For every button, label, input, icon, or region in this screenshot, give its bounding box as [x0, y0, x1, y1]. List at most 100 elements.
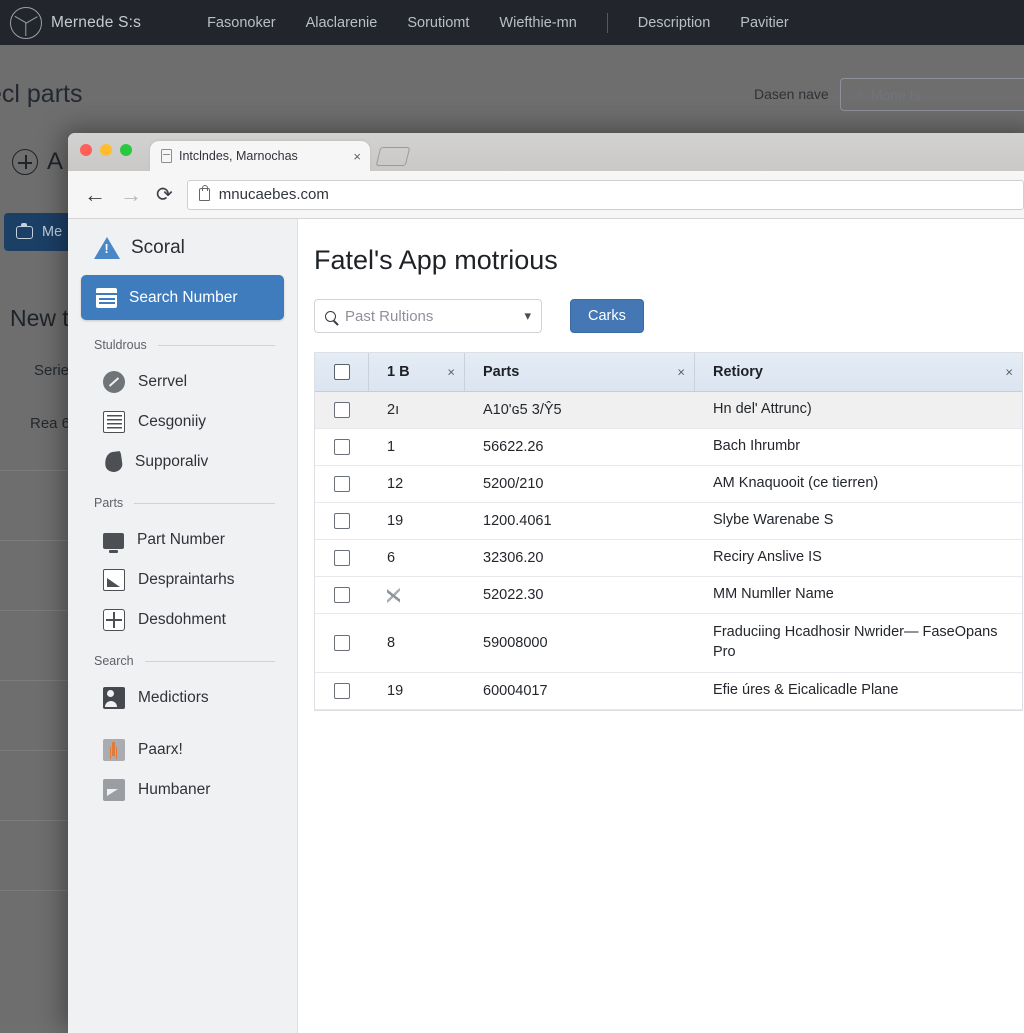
nav-link-4[interactable]: Wiefthie-mn	[499, 15, 576, 31]
warning-triangle-icon	[94, 237, 120, 259]
sidebar-item-part-number[interactable]: Part Number	[68, 520, 297, 560]
row-checkbox-cell[interactable]	[315, 673, 369, 709]
app-logo-label: Scoral	[131, 237, 185, 259]
close-icon[interactable]: ×	[1005, 365, 1013, 380]
table-row[interactable]: 19 1200.4061 Slybe Warenabe S	[315, 503, 1022, 540]
row-checkbox-cell[interactable]	[315, 392, 369, 428]
forward-icon[interactable]: →	[120, 184, 142, 206]
back-icon[interactable]: ←	[84, 184, 106, 206]
background-input-field[interactable]: ↪ Mone Is	[840, 78, 1024, 111]
background-media-button-label: Me	[42, 224, 62, 240]
table-row[interactable]: 2ı A10'ɢ5 3/Ŷ5 Hn del' Attrunc)	[315, 392, 1022, 429]
nav-link-3[interactable]: Sorutiomt	[407, 15, 469, 31]
sidebar-item-label: Desdohment	[138, 611, 226, 629]
sidebar-item-desdohment[interactable]: Desdohment	[68, 600, 297, 640]
row-qty: 12	[369, 466, 465, 502]
row-checkbox-cell[interactable]	[315, 429, 369, 465]
nav-link-1[interactable]: Fasonoker	[207, 15, 276, 31]
new-tab-icon[interactable]	[376, 147, 411, 166]
table-row[interactable]: 6 32306.20 Reciry Anslive IS	[315, 540, 1022, 577]
row-checkbox[interactable]	[334, 476, 350, 492]
row-checkbox-cell[interactable]	[315, 466, 369, 502]
sidebar-item-label: Humbaner	[138, 781, 210, 799]
maximize-window-button[interactable]	[120, 144, 132, 156]
sidebar-item-humbaner[interactable]: Humbaner	[68, 770, 297, 810]
upload-icon	[103, 739, 125, 761]
row-checkbox-cell[interactable]	[315, 540, 369, 576]
sidebar-item-label: Serrvel	[138, 373, 187, 391]
row-checkbox-cell[interactable]	[315, 503, 369, 539]
table-header-qty[interactable]: 1 B ×	[369, 353, 465, 391]
close-window-button[interactable]	[80, 144, 92, 156]
row-checkbox[interactable]	[334, 635, 350, 651]
row-qty: 2ı	[369, 392, 465, 428]
nav-link-5[interactable]: Description	[638, 15, 711, 31]
table-header-checkbox-cell[interactable]	[315, 353, 369, 391]
background-subline-2: Rea 6	[30, 415, 70, 432]
row-factory: Fraduciing Hcadhosir Nwrider— FaseOpans …	[695, 614, 1022, 672]
sidebar-item-label: Search Number	[129, 289, 238, 307]
table-header-parts[interactable]: Parts ×	[465, 353, 695, 391]
page-title: Fatel's App motrious	[314, 245, 1024, 276]
brand-logo[interactable]: Mernede S:s	[10, 7, 141, 39]
close-icon[interactable]: ×	[447, 365, 455, 380]
browser-tab[interactable]: Intclndes, Marnochas ×	[150, 141, 370, 171]
sidebar-group-search: Search	[68, 654, 297, 668]
close-tab-icon[interactable]: ×	[353, 150, 361, 163]
page-icon	[161, 149, 172, 163]
table-row[interactable]: 1 56622.26 Bach Ihrumbr	[315, 429, 1022, 466]
close-icon[interactable]: ×	[677, 365, 685, 380]
nav-link-6[interactable]: Pavitier	[740, 15, 788, 31]
browser-toolbar: ← → ⟳ mnucaebes.com	[68, 171, 1024, 219]
row-qty: 8	[369, 614, 465, 672]
row-checkbox[interactable]	[334, 683, 350, 699]
row-checkbox[interactable]	[334, 402, 350, 418]
sidebar-item-search-number[interactable]: Search Number	[81, 275, 284, 320]
row-part: 32306.20	[465, 540, 695, 576]
chevron-down-icon: ▾	[524, 308, 531, 324]
ledger-icon	[103, 411, 125, 433]
row-checkbox[interactable]	[334, 587, 350, 603]
table-header-label: 1 B	[387, 364, 410, 380]
row-checkbox-cell[interactable]	[315, 614, 369, 672]
search-button[interactable]: Carks	[570, 299, 644, 333]
address-bar[interactable]: mnucaebes.com	[187, 180, 1024, 210]
nav-link-2[interactable]: Alaclarenie	[306, 15, 378, 31]
reload-icon[interactable]: ⟳	[156, 182, 173, 207]
sidebar-item-label: Medictiors	[138, 689, 209, 707]
sidebar-item-serrvel[interactable]: Serrvel	[68, 362, 297, 402]
table-header-label: Parts	[483, 364, 519, 380]
app-logo: Scoral	[68, 237, 297, 259]
sidebar-item-label: Despraintarhs	[138, 571, 235, 589]
table-row[interactable]: 19 60004017 Efie úres & Eicalicadle Plan…	[315, 673, 1022, 710]
sidebar-item-supporaliv[interactable]: Supporaliv	[68, 442, 297, 482]
row-qty: 6	[369, 540, 465, 576]
image-icon	[103, 779, 125, 801]
results-table: 1 B × Parts × Retiory × 2ı A10'ɢ5 3	[314, 352, 1023, 711]
table-row[interactable]: 8 59008000 Fraduciing Hcadhosir Nwrider—…	[315, 614, 1022, 673]
sidebar-item-despraintarhs[interactable]: Despraintarhs	[68, 560, 297, 600]
sidebar-item-label: Cesgoniiy	[138, 413, 206, 431]
table-row[interactable]: 12 5200/210 AM Knaquooit (ce tierren)	[315, 466, 1022, 503]
address-bar-url: mnucaebes.com	[219, 186, 329, 203]
row-checkbox[interactable]	[334, 550, 350, 566]
sidebar-group-title: Search	[94, 654, 134, 668]
sidebar-item-label: Part Number	[137, 531, 225, 549]
minimize-window-button[interactable]	[100, 144, 112, 156]
select-all-checkbox[interactable]	[334, 364, 350, 380]
sidebar-item-paarx[interactable]: Paarx!	[68, 730, 297, 770]
filter-dropdown[interactable]: Past Rultions ▾	[314, 299, 542, 333]
row-checkbox-cell[interactable]	[315, 577, 369, 613]
table-header-retiory[interactable]: Retiory ×	[695, 353, 1022, 391]
sidebar-item-label: Paarx!	[138, 741, 183, 759]
sidebar-item-medictiors[interactable]: Medictiors	[68, 678, 297, 718]
sidebar-item-label: Supporaliv	[135, 453, 208, 471]
row-checkbox[interactable]	[334, 513, 350, 529]
plus-circle-icon	[12, 149, 38, 175]
sidebar-item-cesgoniiy[interactable]: Cesgoniiy	[68, 402, 297, 442]
row-part: 56622.26	[465, 429, 695, 465]
search-icon	[325, 311, 336, 322]
row-checkbox[interactable]	[334, 439, 350, 455]
table-row[interactable]: 52022.30 MM Numller Name	[315, 577, 1022, 614]
filter-value: Past Rultions	[345, 308, 515, 325]
